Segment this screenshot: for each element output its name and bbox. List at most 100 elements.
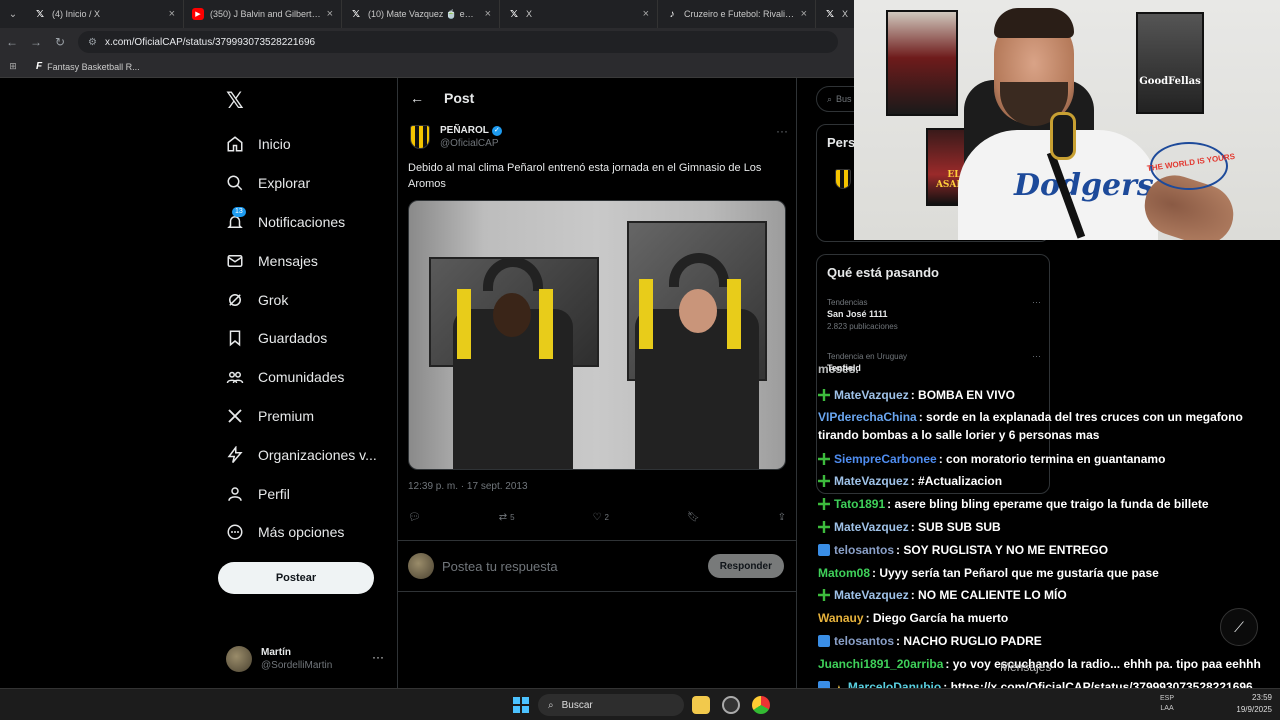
- post-author: PEÑAROL ✓ @OficialCAP ···: [410, 124, 788, 150]
- green-badge-icon: [818, 521, 830, 533]
- avatar: [226, 646, 252, 672]
- chat-username[interactable]: Tato1891: [834, 497, 885, 511]
- system-clock[interactable]: 23:59 19/9/2025: [1236, 692, 1272, 716]
- communities-icon: [226, 368, 244, 386]
- post-timestamp[interactable]: 12:39 p. m. · 17 sept. 2013: [408, 481, 528, 492]
- chat-username[interactable]: MateVazquez: [834, 474, 909, 488]
- chat-message: Matom08: Uyyy sería tan Peñarol que me g…: [818, 564, 1278, 582]
- browser-tab[interactable]: 𝕏 X ×: [500, 0, 658, 28]
- chat-message: MateVazquez: BOMBA EN VIVO: [818, 386, 1278, 404]
- messages-dock-label[interactable]: Mensajes: [1000, 660, 1051, 674]
- blue-badge-icon: [818, 635, 830, 647]
- author-handle[interactable]: @OficialCAP: [440, 137, 502, 150]
- microphone: [1050, 112, 1076, 160]
- reply-action[interactable]: 💬︎: [408, 512, 421, 523]
- x-icon: 𝕏: [825, 8, 835, 20]
- chat-username[interactable]: telosantos: [834, 543, 894, 557]
- browser-tab[interactable]: 𝕏(10) Mate Vazquez 🍵 en X: "Gi×: [342, 0, 500, 28]
- x-icon: 𝕏: [509, 8, 519, 20]
- nav-mas-opciones[interactable]: Más opciones: [218, 513, 388, 552]
- nav-perfil[interactable]: Perfil: [218, 474, 388, 513]
- streamer-hair: [994, 8, 1074, 38]
- green-badge-icon: [818, 498, 830, 510]
- language-indicator[interactable]: ESP LAA: [1160, 694, 1174, 714]
- trend-item[interactable]: Tendencias San José 1111 2.823 publicaci…: [827, 297, 1041, 332]
- close-tab-icon[interactable]: ×: [169, 8, 175, 20]
- windows-start-icon[interactable]: [513, 697, 529, 713]
- reply-button[interactable]: Responder: [707, 554, 784, 578]
- bookmark-item[interactable]: F Fantasy Basketball R...: [36, 61, 140, 72]
- chat-username[interactable]: MateVazquez: [834, 388, 909, 402]
- nav-notificaciones[interactable]: 13 Notificaciones: [218, 203, 388, 242]
- more-icon[interactable]: ···: [776, 124, 788, 138]
- chat-message: MateVazquez: NO ME CALIENTE LO MÍO: [818, 586, 1278, 604]
- grok-fab-icon[interactable]: ⟋: [1220, 608, 1258, 646]
- nav-premium[interactable]: Premium: [218, 397, 388, 436]
- tiktok-icon: ♪: [669, 8, 675, 20]
- nav-inicio[interactable]: Inicio: [218, 125, 388, 164]
- tab-search-icon[interactable]: ⌄: [0, 0, 26, 28]
- x-logo-icon[interactable]: 𝕏: [226, 88, 244, 114]
- account-switcher[interactable]: Martín @SordelliMartin ···: [226, 644, 386, 674]
- chat-username[interactable]: VIPderechaChina: [818, 410, 917, 424]
- wall-sign: THE WORLD IS YOURS: [1146, 142, 1236, 190]
- back-icon[interactable]: ←: [0, 35, 24, 49]
- nav-guardados[interactable]: Guardados: [218, 319, 388, 358]
- chat-text: : SUB SUB SUB: [910, 520, 1001, 534]
- chat-username[interactable]: telosantos: [834, 634, 894, 648]
- post-column: ← Post PEÑAROL ✓ @OficialCAP ··· Debido a…: [397, 78, 797, 688]
- youtube-icon: ▶: [192, 8, 204, 20]
- chat-username[interactable]: SiempreCarbonee: [834, 452, 937, 466]
- close-tab-icon[interactable]: ×: [327, 8, 333, 20]
- author-name[interactable]: PEÑAROL: [440, 124, 489, 137]
- chat-username[interactable]: Matom08: [818, 566, 870, 580]
- nav-comunidades[interactable]: Comunidades: [218, 358, 388, 397]
- heart-icon: ♡: [592, 512, 602, 523]
- post-button[interactable]: Postear: [218, 562, 374, 594]
- mail-icon: [226, 252, 244, 270]
- nav-explorar[interactable]: Explorar: [218, 164, 388, 203]
- chat-username[interactable]: Wanauy: [818, 611, 864, 625]
- green-badge-icon: [818, 453, 830, 465]
- browser-tab[interactable]: ♪Cruzeiro e Futebol: Rivalidades×: [658, 0, 816, 28]
- repost-action[interactable]: ⇄ 5: [499, 512, 515, 523]
- chat-username[interactable]: Juanchi1891_20arriba: [818, 657, 943, 671]
- home-icon: [226, 135, 244, 153]
- browser-tab[interactable]: ▶(350) J Balvin and Gilberto Santa×: [184, 0, 342, 28]
- reply-input[interactable]: [442, 558, 708, 574]
- forward-icon[interactable]: →: [24, 35, 48, 49]
- chat-username[interactable]: MateVazquez: [834, 588, 909, 602]
- reply-icon: 💬︎: [408, 512, 421, 523]
- close-tab-icon[interactable]: ×: [485, 8, 491, 20]
- nav-grok[interactable]: Grok: [218, 280, 388, 319]
- chrome-icon[interactable]: [752, 696, 770, 714]
- chat-text: : SOY RUGLISTA Y NO ME ENTREGO: [896, 543, 1109, 557]
- reload-icon[interactable]: ↻: [48, 35, 72, 49]
- chat-username[interactable]: MateVazquez: [834, 520, 909, 534]
- like-action[interactable]: ♡ 2: [593, 512, 609, 523]
- bookmark-action[interactable]: 🔖︎: [687, 512, 700, 523]
- file-explorer-icon[interactable]: [692, 696, 710, 714]
- penarol-crest-avatar[interactable]: [410, 125, 430, 149]
- chat-message: telosantos: SOY RUGLISTA Y NO ME ENTREGO: [818, 541, 1278, 559]
- chat-message: Tato1891: asere bling bling eperame que …: [818, 495, 1278, 513]
- more-icon[interactable]: ···: [372, 650, 384, 664]
- post-image[interactable]: [408, 200, 786, 470]
- close-tab-icon[interactable]: ×: [643, 8, 649, 20]
- share-action[interactable]: ⇪: [778, 512, 786, 523]
- chat-message: VIPderechaChina: sorde en la explanada d…: [818, 408, 1278, 444]
- nav-organizaciones[interactable]: Organizaciones v...: [218, 435, 388, 474]
- url-field[interactable]: ⚙ x.com/OficialCAP/status/379993073528221…: [78, 31, 838, 53]
- close-tab-icon[interactable]: ×: [801, 8, 807, 20]
- taskbar-search[interactable]: ⌕ Buscar: [538, 694, 684, 716]
- nav-mensajes[interactable]: Mensajes: [218, 241, 388, 280]
- back-arrow-icon[interactable]: ←: [410, 90, 424, 106]
- wall-poster: GoodFellas: [1136, 12, 1204, 114]
- more-icon[interactable]: ···: [1032, 297, 1041, 307]
- site-info-icon[interactable]: ⚙: [88, 37, 97, 48]
- browser-tab[interactable]: 𝕏 (4) Inicio / X ×: [26, 0, 184, 28]
- trends-title: Qué está pasando: [827, 265, 939, 280]
- apps-grid-icon[interactable]: ⊞: [0, 61, 26, 72]
- post-header: ← Post: [398, 78, 796, 118]
- obs-icon[interactable]: [722, 696, 740, 714]
